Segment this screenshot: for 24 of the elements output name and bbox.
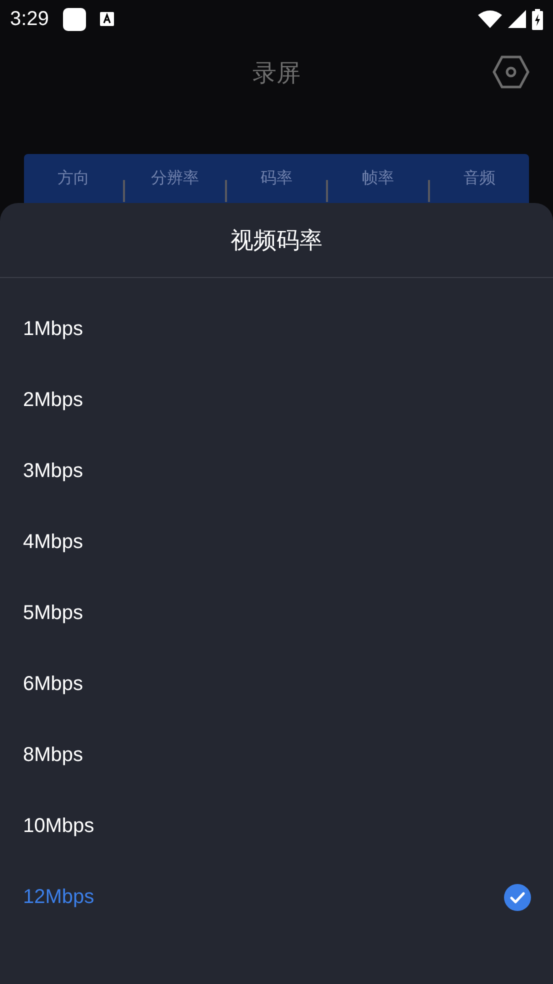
screen-title: 录屏 — [252, 58, 300, 89]
status-time: 3:29 — [10, 8, 49, 30]
bitrate-option[interactable]: 12Mbps — [0, 862, 553, 933]
settings-icon[interactable] — [492, 55, 530, 89]
tab[interactable]: 音频 — [430, 154, 530, 189]
signal-icon — [508, 10, 526, 28]
bitrate-option[interactable]: 5Mbps — [0, 578, 553, 649]
bitrate-option[interactable]: 6Mbps — [0, 649, 553, 720]
tab[interactable]: 分辨率 — [125, 154, 225, 189]
wifi-icon — [478, 10, 502, 28]
bitrate-option[interactable]: 3Mbps — [0, 436, 553, 507]
battery-icon — [532, 8, 543, 30]
keyboard-notification-icon — [100, 12, 114, 26]
bitrate-option[interactable]: 10Mbps — [0, 791, 553, 862]
bitrate-option[interactable]: 8Mbps — [0, 720, 553, 791]
bitrate-option[interactable]: 1Mbps — [0, 294, 553, 365]
tab[interactable]: 码率 — [226, 154, 326, 189]
checkmark-icon — [504, 884, 531, 911]
sheet-title: 视频码率 — [230, 226, 322, 256]
bitrate-option[interactable]: 2Mbps — [0, 365, 553, 436]
bitrate-option[interactable]: 4Mbps — [0, 507, 553, 578]
app-notification-icon — [62, 8, 86, 30]
tab[interactable]: 帧率 — [328, 154, 428, 189]
tab[interactable]: 方向 — [24, 154, 124, 189]
